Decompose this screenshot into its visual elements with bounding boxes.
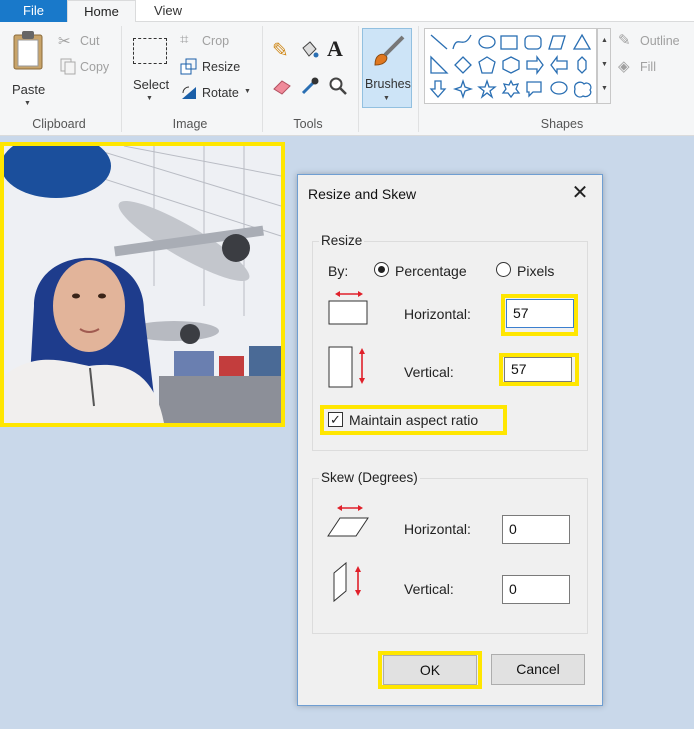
by-label: By: [328,263,349,279]
brushes-dropdown-icon: ▼ [383,95,390,102]
resize-button[interactable]: Resize [180,58,246,76]
pixels-radio-circle [496,262,511,277]
shapes-gallery[interactable] [424,28,597,104]
divider [121,26,122,132]
scroll-up-icon[interactable]: ▲ [601,37,608,44]
dialog-title: Resize and Skew [308,186,417,202]
divider [262,26,263,132]
paste-dropdown-icon: ▼ [24,100,31,107]
horizontal-skew-icon [327,505,369,537]
crop-label: Crop [202,34,230,48]
percentage-radio-circle [374,262,389,277]
close-icon[interactable]: ✕ [566,181,594,207]
divider [358,26,359,132]
fill-button[interactable]: ◈ Fill [618,58,694,76]
clipboard-paste-icon [13,31,43,70]
outline-label: Outline [640,34,680,48]
clipboard-group-label: Clipboard [32,117,86,131]
crop-icon: ⌗ [180,31,189,48]
checkbox-checked-icon: ✓ [328,412,343,427]
paste-button[interactable]: Paste ▼ [6,28,50,108]
maintain-aspect-checkbox[interactable]: ✓ Maintain aspect ratio [328,412,498,430]
select-label: Select [133,77,170,92]
ribbon: Paste ▼ ✂ Cut Copy Clipboard Select ▼ ⌗ … [0,22,694,136]
skew-group-title: Skew (Degrees) [319,470,420,485]
rotate-dropdown-icon: ▼ [244,88,251,95]
tab-view[interactable]: View [136,0,200,22]
select-dropdown-icon: ▼ [146,95,153,102]
skew-vertical-label: Vertical: [404,581,454,597]
pixels-label: Pixels [517,263,555,279]
rotate-icon [182,86,196,99]
copy-icon [60,58,76,75]
horizontal-label: Horizontal: [404,306,471,322]
fill-bucket-icon[interactable] [299,40,319,60]
color-picker-icon[interactable] [300,76,320,96]
crop-button[interactable]: ⌗ Crop [180,31,240,50]
divider [418,26,419,132]
rotate-button[interactable]: Rotate ▼ [180,84,254,102]
resize-group-title: Resize [319,233,365,248]
gallery-expand-icon[interactable]: ▼ [601,85,608,92]
scissors-icon: ✂ [58,33,71,50]
ribbon-tab-bar: File Home View [0,0,694,23]
percentage-radio[interactable]: Percentage [374,261,474,281]
shapes-scrollbar[interactable]: ▲ ▼ ▼ [597,28,611,104]
maintain-aspect-label: Maintain aspect ratio [349,412,479,428]
brushes-button[interactable]: Brushes ▼ [362,28,412,108]
outline-button[interactable]: ✎ Outline [618,32,694,50]
skew-horizontal-label: Horizontal: [404,521,471,537]
resize-skew-dialog: Resize and Skew ✕ Resize By: Percentage … [297,174,603,706]
fill-label: Fill [640,60,656,74]
vertical-label: Vertical: [404,364,454,380]
skew-group [312,478,588,634]
image-group-label: Image [172,117,208,131]
copy-label: Copy [80,60,110,74]
shapes-grid-icon [429,33,592,100]
vertical-skew-icon [333,561,361,603]
tools-group-label: Tools [293,117,323,131]
select-button[interactable]: Select ▼ [128,32,174,112]
magnifier-icon[interactable] [328,76,348,96]
shapes-group-label: Shapes [540,117,584,131]
brushes-label: Brushes [365,77,411,91]
skew-vertical-input[interactable]: 0 [502,575,570,604]
outline-pen-icon: ✎ [618,32,631,49]
brush-icon [374,35,405,66]
vertical-resize-icon [328,346,365,388]
pixels-radio[interactable]: Pixels [496,261,566,281]
horizontal-resize-input[interactable]: 57 [506,299,574,328]
canvas-image[interactable] [0,142,285,427]
tab-file[interactable]: File [0,0,67,22]
percentage-label: Percentage [395,263,467,279]
text-tool-icon[interactable]: A [327,36,343,62]
cut-label: Cut [80,34,100,48]
ok-button[interactable]: OK [383,655,477,685]
copy-button[interactable]: Copy [58,58,114,76]
rotate-label: Rotate [202,86,239,100]
resize-icon [180,58,197,75]
skew-horizontal-input[interactable]: 0 [502,515,570,544]
select-rectangle-icon [133,38,167,64]
pencil-icon[interactable]: ✎ [272,38,289,63]
cut-button[interactable]: ✂ Cut [58,32,108,50]
horizontal-resize-icon [328,291,368,325]
cancel-button[interactable]: Cancel [491,654,585,685]
eraser-icon[interactable] [272,78,292,96]
vertical-resize-input[interactable]: 57 [504,357,572,382]
photo-content [4,146,281,423]
fill-icon: ◈ [618,58,630,75]
resize-label: Resize [202,60,241,74]
tab-home[interactable]: Home [67,0,136,23]
scroll-down-icon[interactable]: ▼ [601,61,608,68]
paste-label: Paste [12,82,46,97]
